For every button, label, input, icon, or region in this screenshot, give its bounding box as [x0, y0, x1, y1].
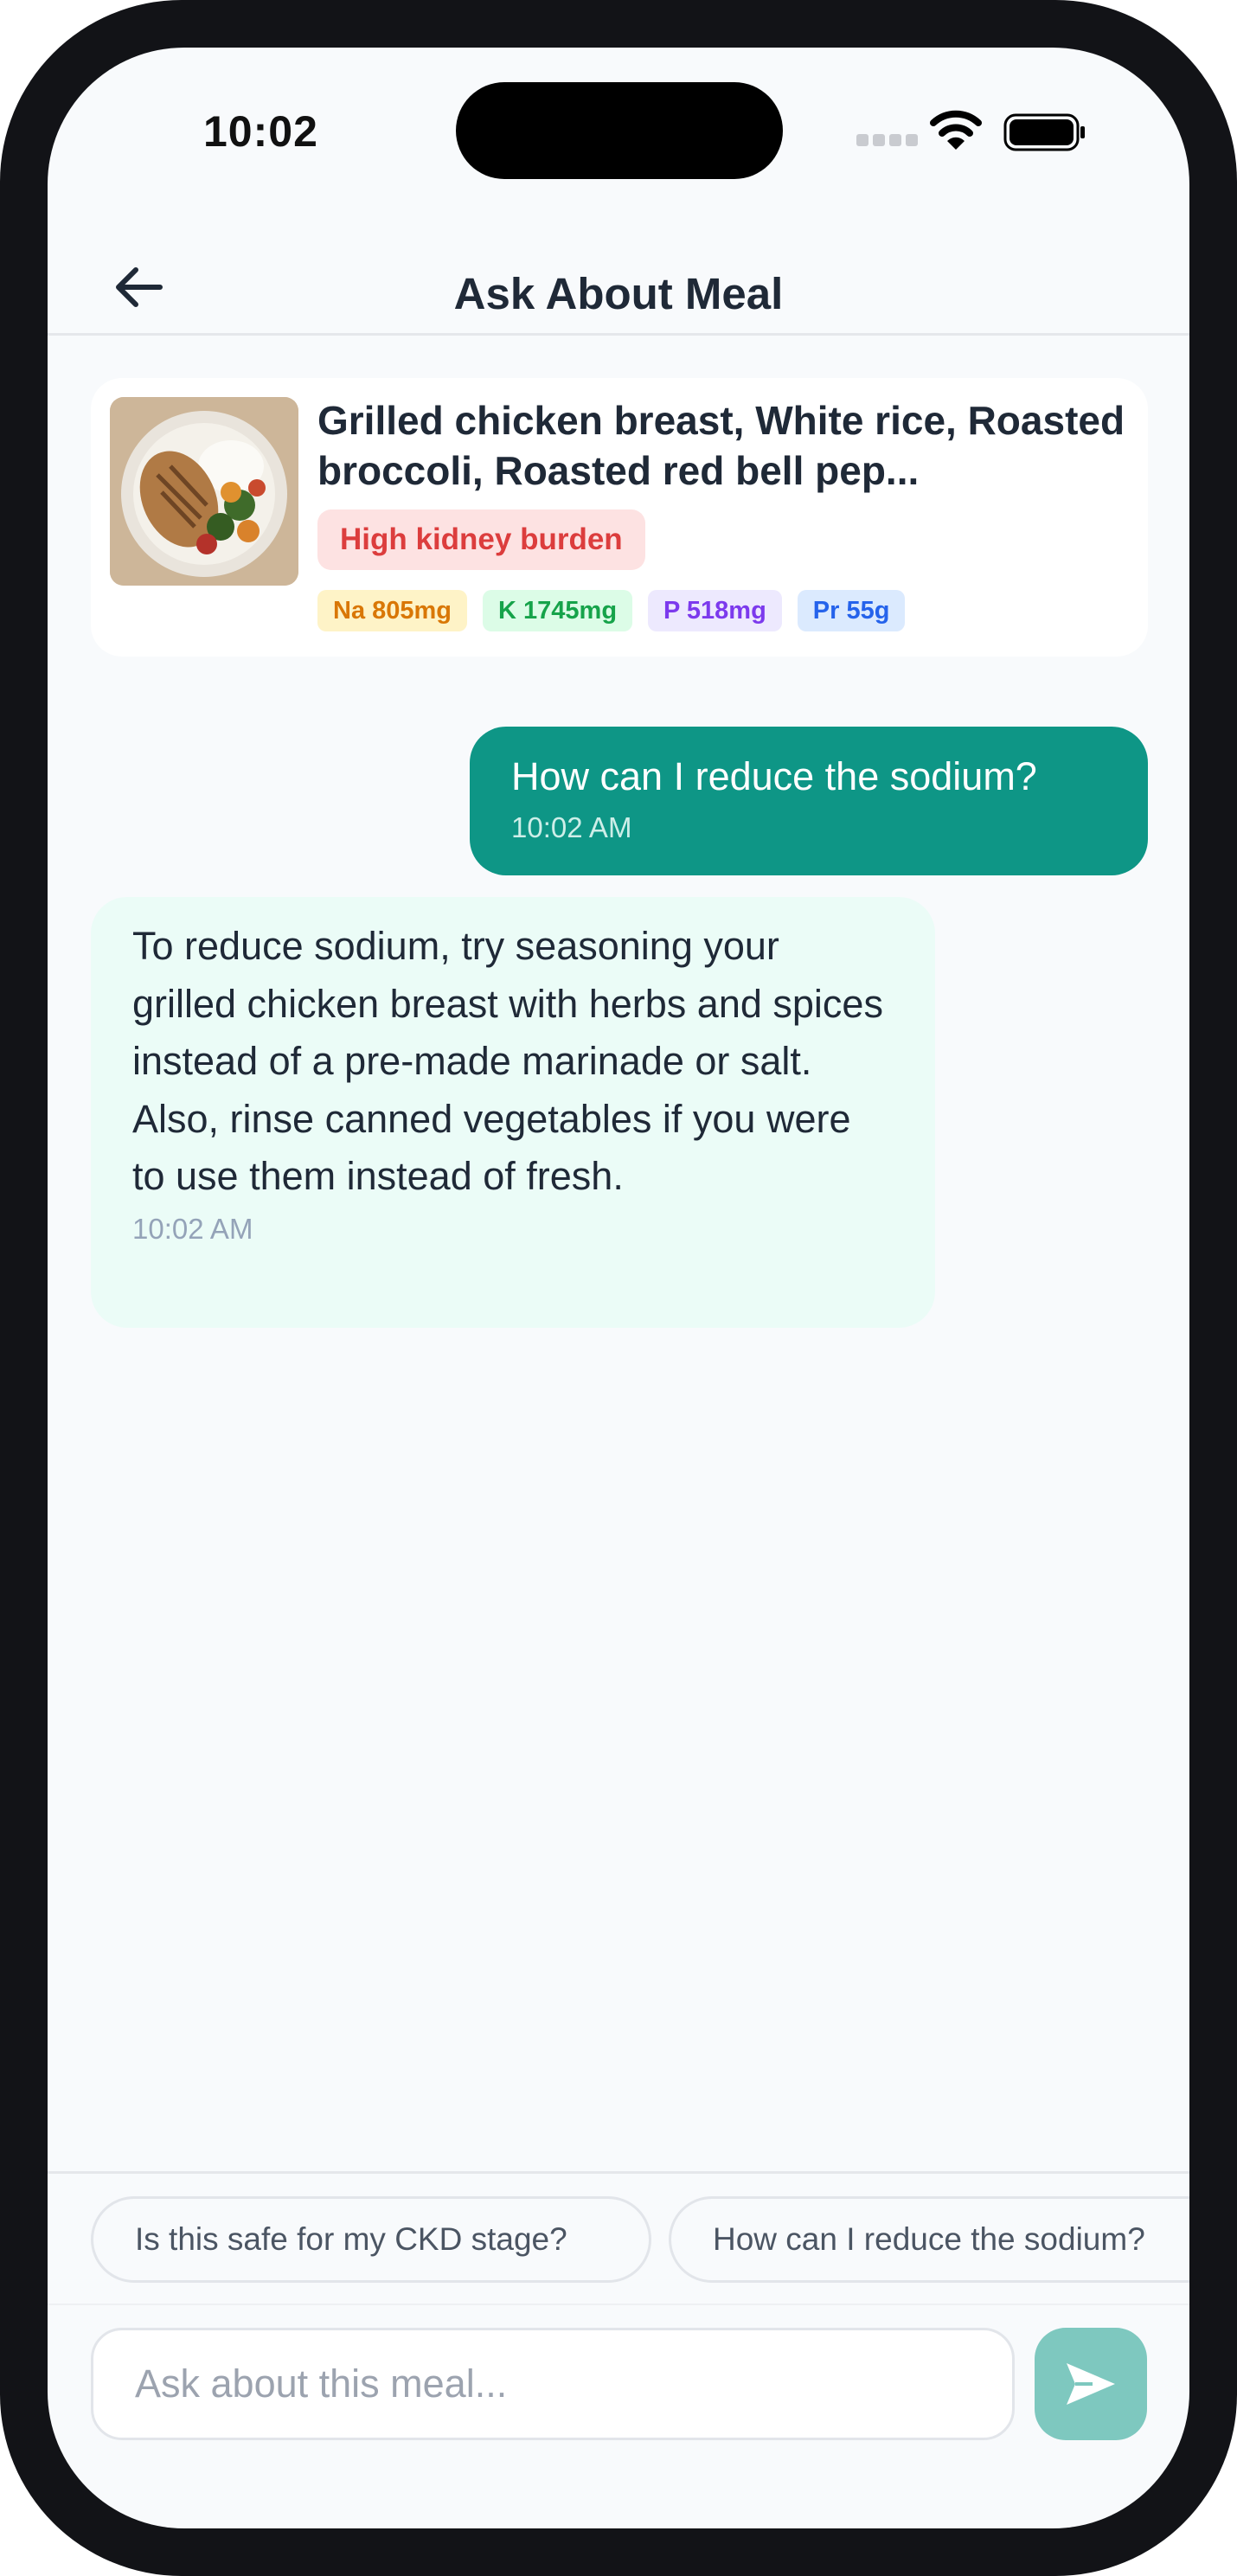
user-message-time: 10:02 AM — [511, 811, 632, 843]
potassium-tag: K 1745mg — [483, 590, 633, 631]
suggestion-chip[interactable]: How can I reduce the sodium? — [669, 2196, 1189, 2283]
message-input[interactable] — [91, 2328, 1015, 2440]
user-message-text: How can I reduce the sodium? — [511, 754, 1037, 798]
meal-summary-card: Grilled chicken breast, White rice, Roas… — [91, 378, 1148, 657]
meal-title: Grilled chicken breast, White rice, Roas… — [317, 398, 1125, 493]
suggestion-chip[interactable]: Is this safe for my CKD stage? — [91, 2196, 651, 2283]
dynamic-island — [456, 82, 783, 179]
battery-icon — [1003, 113, 1085, 151]
user-message-bubble: How can I reduce the sodium? 10:02 AM — [470, 727, 1148, 875]
assistant-message-time: 10:02 AM — [132, 1212, 253, 1245]
header-divider — [48, 333, 1189, 336]
phone-frame: 10:02 Ask About Meal Grilled chicken bre… — [0, 0, 1237, 2576]
sodium-tag: Na 805mg — [317, 590, 468, 631]
send-icon — [1067, 2363, 1115, 2405]
protein-tag: Pr 55g — [797, 590, 906, 631]
wifi-icon — [930, 110, 982, 150]
status-time: 10:02 — [203, 107, 318, 156]
send-button[interactable] — [1035, 2328, 1147, 2440]
assistant-message-text: To reduce sodium, try seasoning your gri… — [132, 924, 883, 1198]
phosphorus-tag: P 518mg — [648, 590, 782, 631]
cellular-signal-icon — [856, 134, 919, 148]
app-screen: 10:02 Ask About Meal Grilled chicken bre… — [48, 48, 1189, 2528]
suggestions-divider — [48, 2171, 1189, 2174]
page-title: Ask About Meal — [453, 269, 784, 318]
composer-divider — [48, 2304, 1189, 2305]
meal-photo — [110, 397, 298, 586]
kidney-burden-badge: High kidney burden — [317, 509, 645, 570]
assistant-message-bubble: To reduce sodium, try seasoning your gri… — [91, 897, 935, 1328]
nutrient-tags: Na 805mg K 1745mg P 518mg Pr 55g — [317, 590, 906, 631]
